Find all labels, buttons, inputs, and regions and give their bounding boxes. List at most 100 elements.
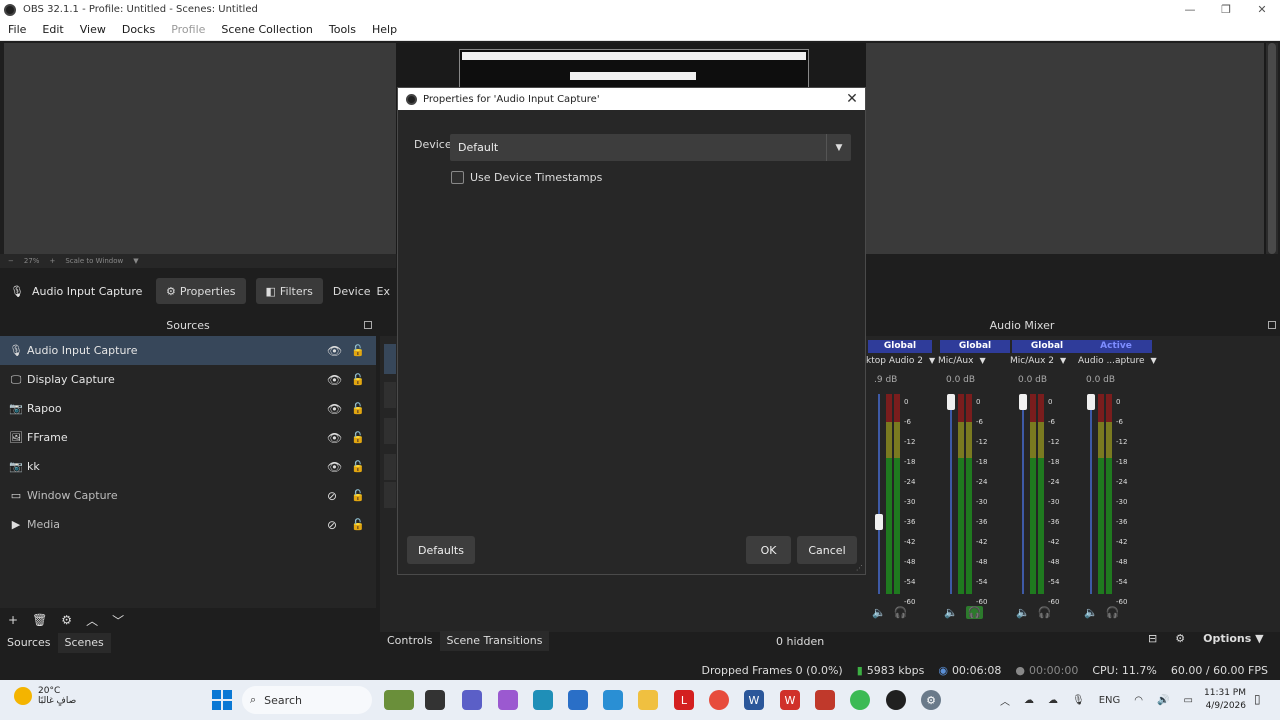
move-down-button[interactable]: ﹀ [112, 612, 124, 629]
lock-icon[interactable]: 🔓 [351, 460, 365, 473]
cancel-button[interactable]: Cancel [797, 536, 857, 564]
close-button[interactable]: ✕ [1244, 0, 1280, 19]
headphones-icon[interactable]: 🎧 [1106, 606, 1120, 619]
dialog-close-button[interactable]: ✕ [843, 88, 861, 110]
eye-hidden-icon[interactable]: ⊘ [327, 489, 337, 503]
taskbar-clock[interactable]: 11:31 PM 4/9/2026 [1196, 687, 1246, 713]
fader-handle[interactable] [1019, 394, 1027, 410]
properties-button[interactable]: ⚙ Properties [156, 278, 246, 304]
weather-widget[interactable]: 20°C صافٍ غالبًا [14, 686, 76, 706]
scale-mode-select[interactable]: Scale to Window [65, 257, 123, 265]
tab-scene-transitions[interactable]: Scene Transitions [439, 631, 550, 651]
speaker-icon[interactable]: 🔈 [1016, 606, 1030, 619]
tab-controls[interactable]: Controls [380, 631, 440, 651]
chevron-up-icon[interactable]: ︿ [1000, 693, 1010, 708]
chrome-profile-icon[interactable] [850, 690, 870, 710]
taskbar-widget-image-icon[interactable] [384, 690, 414, 710]
menu-scene-collection[interactable]: Scene Collection [213, 23, 320, 36]
menu-edit[interactable]: Edit [34, 23, 71, 36]
source-item[interactable]: ▭ Window Capture ⊘ 🔓 [0, 481, 376, 510]
taskbar-app-icon[interactable] [425, 690, 445, 710]
chevron-down-icon[interactable]: ▼ [929, 356, 935, 365]
lock-icon[interactable]: 🔓 [351, 373, 365, 386]
headphones-icon[interactable]: 🎧 [965, 606, 984, 619]
menu-tools[interactable]: Tools [321, 23, 364, 36]
battery-icon[interactable]: ▭ [1183, 695, 1192, 706]
add-source-button[interactable]: + [8, 613, 18, 627]
mixer-options-button[interactable]: Options ▼ [1203, 632, 1264, 645]
speaker-icon[interactable]: 🔈 [1084, 606, 1098, 619]
chrome-icon[interactable] [709, 690, 729, 710]
undock-icon[interactable] [364, 321, 372, 329]
channel-name[interactable]: Mic/Aux ▼ [938, 356, 986, 366]
zoom-out-button[interactable]: − [8, 257, 14, 265]
maximize-button[interactable]: ❐ [1208, 0, 1244, 19]
lock-icon[interactable]: 🔓 [351, 344, 365, 357]
lock-icon[interactable]: 🔓 [351, 431, 365, 444]
tab-scenes[interactable]: Scenes [57, 633, 111, 653]
source-item[interactable]: 📷 kk 👁 🔓 [0, 452, 376, 481]
source-item[interactable]: ▶ Media ⊘ 🔓 [0, 510, 376, 539]
mixer-layout-icon[interactable]: ⊟ [1148, 632, 1157, 645]
menu-file[interactable]: File [0, 23, 34, 36]
zoom-in-button[interactable]: + [49, 257, 55, 265]
channel-name[interactable]: Mic/Aux 2 ▼ [1010, 356, 1066, 366]
obs-taskbar-icon[interactable] [886, 690, 906, 710]
menu-view[interactable]: View [72, 23, 114, 36]
menu-profile[interactable]: Profile [163, 23, 213, 36]
fader-handle[interactable] [875, 514, 883, 530]
checkbox-box[interactable] [451, 171, 464, 184]
volume-fader[interactable] [878, 394, 880, 594]
source-item[interactable]: 🖵 Display Capture 👁 🔓 [0, 365, 376, 394]
channel-name[interactable]: ktop Audio 2 ▼ [866, 356, 935, 366]
menu-docks[interactable]: Docks [114, 23, 163, 36]
chevron-down-icon[interactable]: ▼ [1060, 356, 1066, 365]
tab-sources[interactable]: Sources [0, 633, 58, 653]
speaker-icon[interactable]: 🔈 [872, 606, 886, 619]
undock-icon[interactable] [1268, 321, 1276, 329]
wps-icon[interactable]: W [780, 690, 800, 710]
pdf-app-icon[interactable]: L [674, 690, 694, 710]
source-properties-button[interactable]: ⚙ [61, 613, 72, 627]
eye-icon[interactable]: 👁 [327, 373, 342, 387]
defaults-button[interactable]: Defaults [407, 536, 475, 564]
file-explorer-icon[interactable] [638, 690, 658, 710]
onedrive-icon[interactable]: ☁ [1024, 695, 1034, 706]
volume-fader[interactable] [1022, 394, 1024, 594]
lock-icon[interactable]: 🔓 [351, 518, 365, 531]
ok-button[interactable]: OK [746, 536, 791, 564]
eye-icon[interactable]: 👁 [327, 431, 342, 445]
source-item[interactable]: 🎙 Audio Input Capture 👁 🔓 [0, 336, 376, 365]
headphones-icon[interactable]: 🎧 [894, 606, 908, 619]
chevron-down-icon[interactable]: ▼ [133, 257, 138, 265]
store-icon[interactable] [568, 690, 588, 710]
fader-handle[interactable] [947, 394, 955, 410]
move-up-button[interactable]: ︿ [86, 612, 98, 629]
cloud-sync-icon[interactable]: ☁ [1048, 695, 1058, 706]
office-icon[interactable] [815, 690, 835, 710]
speaker-icon[interactable]: 🔈 [944, 606, 958, 619]
source-item[interactable]: 🖼 FFrame 👁 🔓 [0, 423, 376, 452]
teams-icon[interactable] [462, 690, 482, 710]
fader-handle[interactable] [1087, 394, 1095, 410]
eye-icon[interactable]: 👁 [327, 460, 342, 474]
chevron-down-icon[interactable]: ▼ [979, 356, 985, 365]
chevron-down-icon[interactable]: ▼ [826, 134, 851, 161]
chevron-down-icon[interactable]: ▼ [1151, 356, 1157, 365]
microphone-icon[interactable]: 🎙 [1072, 695, 1085, 706]
lock-icon[interactable]: 🔓 [351, 489, 365, 502]
preview-scrollbar[interactable] [1266, 43, 1278, 254]
minimize-button[interactable]: — [1172, 0, 1208, 19]
notification-icon[interactable]: ▯ [1254, 692, 1261, 706]
wifi-icon[interactable]: ◠ [1134, 695, 1143, 706]
settings-gear-icon[interactable]: ⚙ [921, 690, 941, 710]
volume-icon[interactable]: 🔊 [1157, 695, 1169, 706]
volume-fader[interactable] [1090, 394, 1092, 594]
eye-icon[interactable]: 👁 [327, 402, 342, 416]
lock-icon[interactable]: 🔓 [351, 402, 365, 415]
volume-fader[interactable] [950, 394, 952, 594]
menu-help[interactable]: Help [364, 23, 405, 36]
remove-source-button[interactable]: 🗑 [32, 613, 47, 627]
eye-hidden-icon[interactable]: ⊘ [327, 518, 337, 532]
word-icon[interactable]: W [744, 690, 764, 710]
